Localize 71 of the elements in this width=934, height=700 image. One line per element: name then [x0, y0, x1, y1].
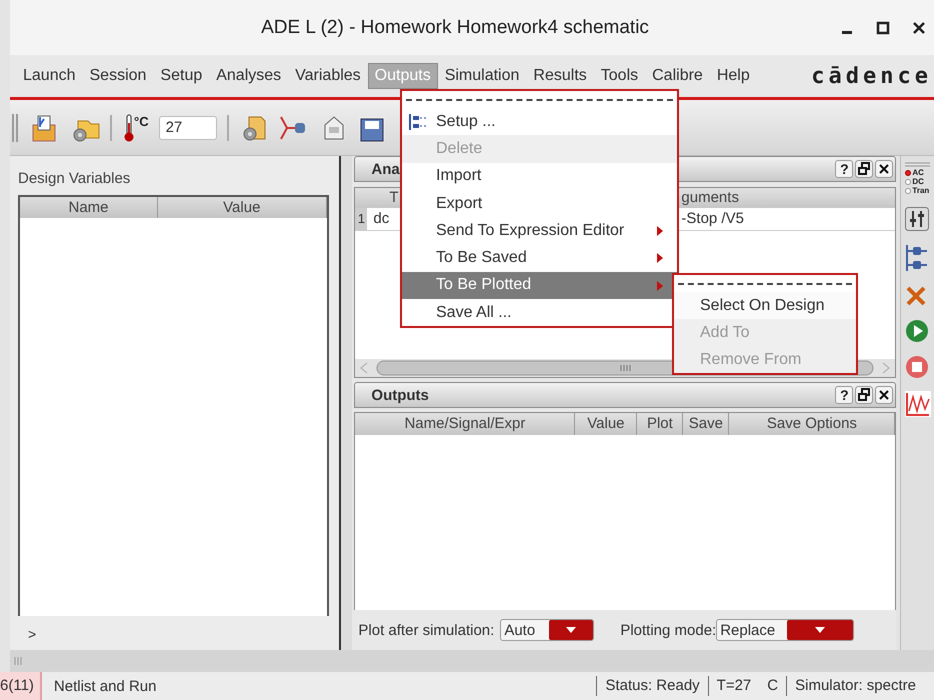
- menu-item[interactable]: Launch: [16, 63, 82, 89]
- menu-item[interactable]: Calibre: [645, 63, 710, 89]
- column-header[interactable]: Save: [683, 413, 730, 435]
- column-header[interactable]: Plot: [637, 413, 684, 435]
- logo-text: cādence: [811, 64, 932, 88]
- window-title: ADE L (2) - Homework Homework4 schematic: [260, 16, 650, 38]
- stop-icon[interactable]: [905, 355, 930, 379]
- column-header[interactable]: Value: [575, 413, 638, 435]
- temperature-text: T=27: [716, 677, 752, 694]
- thermometer-icon: [122, 112, 136, 142]
- maximize-icon[interactable]: [876, 20, 890, 34]
- temperature-field[interactable]: 27: [158, 116, 217, 140]
- status-counter: 6(11): [0, 672, 42, 700]
- menu-item[interactable]: Select On Design: [674, 292, 856, 319]
- sliders-icon[interactable]: [905, 207, 930, 231]
- table-cell-text: dc: [373, 209, 390, 229]
- radio-option[interactable]: Tran: [905, 186, 930, 195]
- panel-title: Design Variables: [18, 170, 132, 187]
- close-icon[interactable]: [875, 160, 894, 178]
- unit-label: °C: [134, 114, 149, 129]
- radio-option[interactable]: DC: [905, 177, 924, 186]
- column-header[interactable]: Save Options: [729, 413, 896, 435]
- menu-item[interactable]: Help: [710, 63, 757, 89]
- menu-item[interactable]: Results: [526, 63, 594, 89]
- expand-toggle[interactable]: >: [18, 616, 329, 642]
- menu-item[interactable]: Send To Expression Editor: [402, 217, 677, 244]
- unit-text: C: [767, 677, 778, 694]
- menu-item[interactable]: Import: [402, 162, 677, 190]
- table-cell-text: -Stop /V5: [681, 209, 744, 229]
- restore-icon[interactable]: [855, 160, 874, 178]
- menu-item[interactable]: To Be Saved: [402, 244, 677, 272]
- grip-icon: [905, 162, 930, 168]
- delete-icon[interactable]: [905, 285, 928, 307]
- simulator-text: Simulator: spectre: [786, 676, 924, 696]
- column-header[interactable]: Name: [20, 197, 158, 218]
- radio-option[interactable]: AC: [905, 168, 924, 177]
- menu-item[interactable]: Session: [82, 63, 154, 89]
- help-button[interactable]: ?: [835, 160, 854, 178]
- grip-icon: [12, 114, 20, 142]
- dropdown[interactable]: Replace: [716, 619, 854, 641]
- dock-title: Ana: [371, 160, 400, 178]
- status-message: Netlist and Run: [52, 678, 158, 694]
- menu-item[interactable]: Setup ...: [402, 108, 677, 136]
- caret-icon: [566, 627, 576, 633]
- dropdown[interactable]: Auto: [500, 619, 594, 641]
- close-icon[interactable]: [912, 20, 926, 34]
- column-header[interactable]: guments: [681, 188, 739, 208]
- help-button[interactable]: ?: [835, 386, 854, 404]
- status-text: Status: Ready: [596, 676, 708, 696]
- grip-icon: [14, 657, 22, 665]
- row-number: 1: [355, 208, 368, 230]
- netlist-icon[interactable]: [905, 243, 930, 273]
- menu-item[interactable]: Export: [402, 190, 677, 218]
- waveform-icon[interactable]: [905, 391, 932, 417]
- menu-item[interactable]: Variables: [288, 63, 368, 89]
- run-icon[interactable]: [905, 319, 930, 343]
- dock-title: Outputs: [371, 386, 429, 404]
- menu-item[interactable]: Tools: [594, 63, 646, 89]
- field-label: Plot after simulation:: [358, 622, 494, 638]
- restore-icon[interactable]: [855, 386, 874, 404]
- column-header[interactable]: Name/Signal/Expr: [355, 413, 576, 435]
- menu-item[interactable]: To Be Plotted: [402, 272, 677, 300]
- splitter[interactable]: [340, 156, 352, 650]
- field-label: Plotting mode:: [620, 622, 716, 638]
- column-header[interactable]: T: [389, 188, 399, 208]
- menu-item[interactable]: Simulation: [438, 63, 526, 89]
- column-header[interactable]: Value: [158, 197, 327, 218]
- caret-icon: [814, 627, 825, 633]
- close-icon[interactable]: [875, 386, 894, 404]
- menu-item[interactable]: Analyses: [209, 63, 288, 89]
- menu-item[interactable]: Setup: [153, 63, 210, 89]
